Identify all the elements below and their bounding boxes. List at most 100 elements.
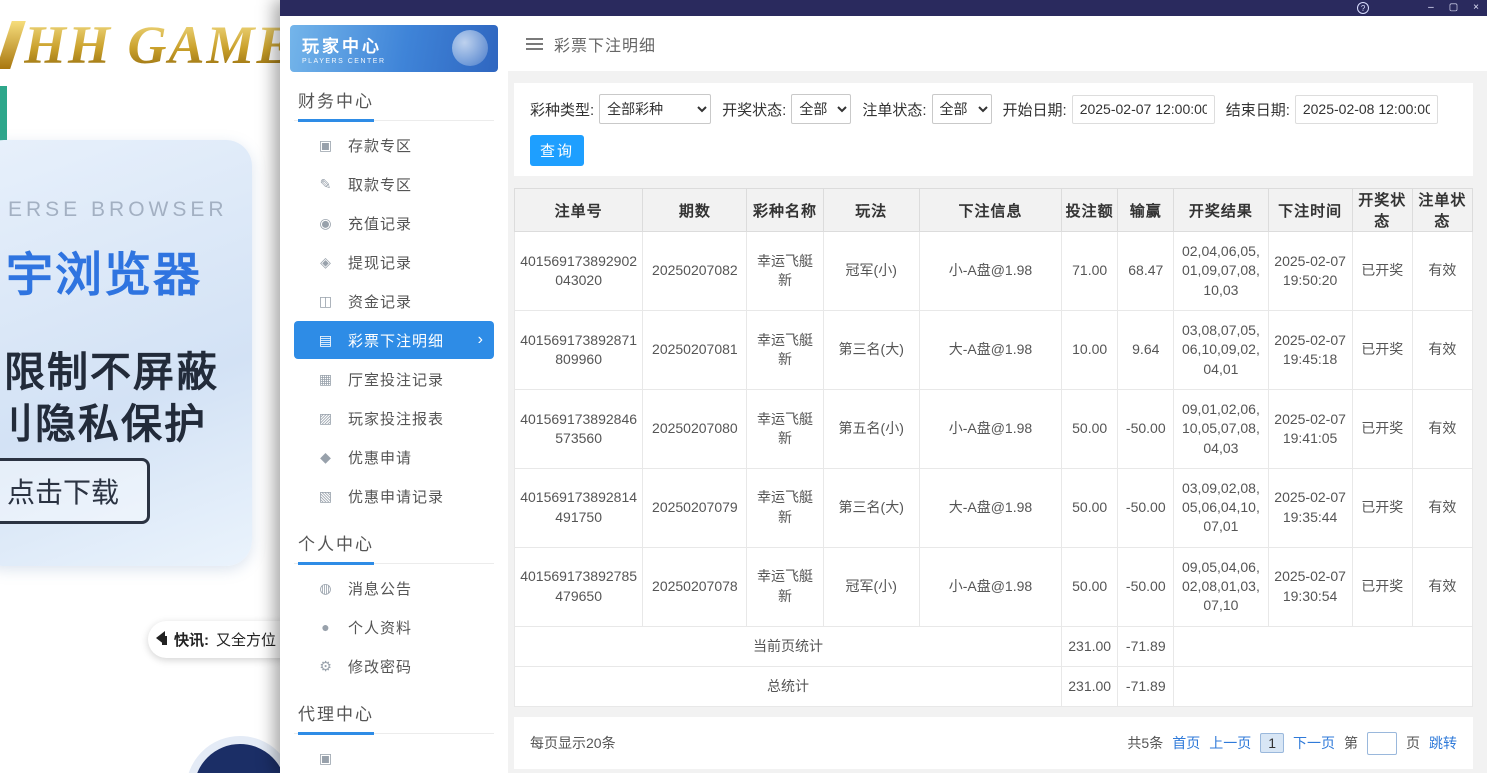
table-cell: -50.00 [1117,388,1175,469]
table-cell: 401569173892871809960 [513,309,644,390]
table-cell: 大-A盘@1.98 [918,309,1063,390]
sidebar-item-withdrawal-records[interactable]: ◈ 提现记录 [294,243,494,281]
page-prefix-label: 第 [1344,735,1358,752]
sidebar: 玩家中心 PLAYERS CENTER 财务中心 ▣ 存款专区 ✎ 取款专区 ◉ 充值记录 ◈… [280,16,508,773]
sidebar-item-label: 彩票下注明细 [348,332,445,350]
sidebar-item-lottery-bet-details[interactable]: ▤ 彩票下注明细 › [294,321,494,359]
menu-toggle-icon[interactable] [526,35,543,53]
current-page-summary-row: 当前页统计 231.00 -71.89 [513,625,1473,668]
speaker-icon [156,630,167,649]
table-cell: 已开奖 [1351,309,1413,390]
announcements-icon: ◍ [319,579,333,596]
help-icon[interactable]: ? [1357,2,1370,14]
fund-records-icon: ◫ [318,292,334,309]
change-password-icon: ⚙ [319,657,333,674]
start-date-label: 开始日期: [1002,101,1067,119]
end-date-input[interactable] [1294,94,1438,124]
site-logo: HH GAME [0,14,295,76]
sidebar-item-label: 个人资料 [348,619,413,637]
logo-mark-icon [0,21,26,69]
sidebar-item-player-bet-report[interactable]: ▨ 玩家投注报表 [294,399,494,437]
sidebar-item-deposit-zone[interactable]: ▣ 存款专区 [294,126,494,164]
table-cell: 401569173892814491750 [513,467,644,548]
total-summary-row: 总统计 231.00 -71.89 [513,665,1473,708]
table-cell: 有效 [1411,388,1474,469]
page-jump-input[interactable] [1367,731,1397,755]
table-cell: 401569173892902043020 [513,231,644,311]
sidebar-item-profile[interactable]: ● 个人资料 [294,608,494,646]
table-cell: 已开奖 [1351,467,1413,548]
table-cell: 幸运飞艇新 [746,388,824,469]
first-page-link[interactable]: 首页 [1172,733,1200,753]
table-cell: 2025-02-07 19:45:18 [1267,309,1353,390]
start-date-input[interactable] [1071,94,1215,124]
next-page-link[interactable]: 下一页 [1293,733,1335,753]
query-button[interactable]: 查询 [530,135,584,166]
maximize-icon[interactable]: ▢ [1449,0,1458,16]
lottery-type-select[interactable]: 全部彩种 [599,94,712,124]
table-cell: 有效 [1411,546,1474,627]
promo-line-3: 刂隐私保护 [0,401,207,447]
promo-banner: ERSE BROWSER 宇浏览器 限制不屏蔽 刂隐私保护 点击下载 [0,140,252,566]
promo-line-1: 宇浏览器 [6,248,202,301]
minimize-icon[interactable]: – [1428,0,1434,16]
table-cell: 50.00 [1061,467,1119,548]
recharge-records-icon: ◉ [319,214,333,231]
agent-item-icon: ▣ [318,749,334,766]
table-cell: 有效 [1411,467,1474,548]
column-header: 彩种名称 [746,188,824,232]
table-cell: 已开奖 [1351,388,1413,469]
section-header-0: 财务中心 [294,87,494,122]
jump-link[interactable]: 跳转 [1429,733,1457,753]
player-bet-report-icon: ▨ [318,409,334,426]
summary-empty [1173,665,1473,708]
sidebar-item-promo-apply[interactable]: ◆ 优惠申请 [294,438,494,476]
sidebar-item-fund-records[interactable]: ◫ 资金记录 [294,282,494,320]
table-cell: 20250207079 [642,467,748,548]
logo-text: HH GAME [24,15,295,75]
bets-table-card: 注单号 期数 彩种名称 玩法 下注信息 投注额 输赢 开奖结果 下注时间 开奖状态 注单状态 401… [513,188,1474,708]
sidebar-item-withdraw-zone[interactable]: ✎ 取款专区 [294,165,494,203]
table-cell: 03,09,02,08,05,06,04,10,07,01 [1173,467,1269,548]
sidebar-item-hall-bet-records[interactable]: ▦ 厅室投注记录 [294,360,494,398]
sidebar-item-label: 充值记录 [348,215,413,233]
table-cell: 401569173892846573560 [513,388,644,469]
summary-win-total: -71.89 [1117,665,1175,708]
table-cell: 20250207078 [642,546,748,627]
ticker-label: 快讯: [174,632,209,649]
sidebar-item-label: 优惠申请记录 [348,488,445,506]
sidebar-item-recharge-records[interactable]: ◉ 充值记录 [294,204,494,242]
current-page[interactable]: 1 [1260,733,1284,754]
draw-status-select[interactable]: 全部 [791,94,852,124]
sidebar-item-announcements[interactable]: ◍ 消息公告 [294,569,494,607]
order-status-select[interactable]: 全部 [931,94,992,124]
sidebar-item-agent-item[interactable]: ▣ [294,739,494,773]
table-cell: 10.00 [1061,309,1119,390]
summary-win-total: -71.89 [1117,625,1175,668]
column-header: 下注信息 [918,188,1063,232]
summary-label: 总统计 [513,665,1063,708]
player-center-window: ? – ▢ × 玩家中心 PLAYERS CENTER 财务中心 ▣ 存款专区 ✎ 取款… [280,0,1487,773]
close-icon[interactable]: × [1473,0,1479,16]
page-header: 彩票下注明细 [508,16,1487,71]
sidebar-item-promo-apply-records[interactable]: ▧ 优惠申请记录 [294,477,494,515]
sidebar-item-change-password[interactable]: ⚙ 修改密码 [294,647,494,685]
sidebar-subtitle: PLAYERS CENTER [302,58,386,65]
column-header: 开奖结果 [1173,188,1269,232]
table-cell: 50.00 [1061,388,1119,469]
table-cell: 有效 [1411,309,1474,390]
promo-line-2: 限制不屏蔽 [4,349,219,395]
prev-page-link[interactable]: 上一页 [1209,733,1251,753]
table-cell: 小-A盘@1.98 [918,231,1063,311]
table-row: 401569173892785479650 20250207078 幸运飞艇新 冠军(… [513,546,1474,627]
summary-label: 当前页统计 [513,625,1063,668]
summary-bet-total: 231.00 [1061,625,1119,668]
download-button[interactable]: 点击下载 [0,458,151,524]
table-cell: 2025-02-07 19:50:20 [1267,231,1353,311]
table-cell: 20250207080 [642,388,748,469]
table-cell: 第五名(小) [822,388,920,469]
bottom-emblem [186,736,294,773]
table-cell: 20250207082 [642,231,748,311]
sidebar-item-label: 修改密码 [348,658,413,676]
section-label: 个人中心 [298,530,374,565]
